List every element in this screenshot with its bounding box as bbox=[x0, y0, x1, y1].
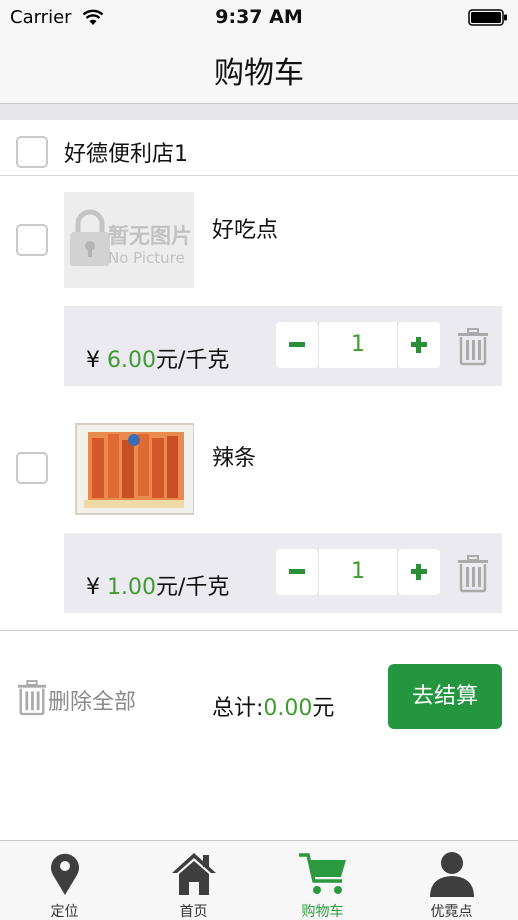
quantity-value[interactable]: 1 bbox=[318, 322, 398, 368]
tab-cart[interactable]: 购物车 bbox=[258, 841, 387, 920]
trash-icon[interactable] bbox=[456, 555, 490, 593]
tab-label: 优霓点 bbox=[430, 904, 473, 920]
delete-all-label: 删除全部 bbox=[48, 690, 137, 715]
trash-icon[interactable] bbox=[456, 328, 490, 366]
total-value: 0.00 bbox=[263, 696, 313, 721]
nav-bar: 购物车 bbox=[0, 36, 518, 104]
person-icon bbox=[430, 852, 474, 897]
item-checkbox[interactable] bbox=[16, 452, 48, 484]
tab-label: 定位 bbox=[50, 904, 79, 920]
product-name: 好吃点 bbox=[212, 218, 279, 243]
battery-icon bbox=[468, 9, 507, 26]
tab-location[interactable]: 定位 bbox=[0, 841, 129, 920]
price-panel: ¥ 1.00元/千克 1 bbox=[64, 533, 502, 613]
product-name: 辣条 bbox=[212, 446, 257, 471]
shop-row: 好德便利店1 bbox=[0, 120, 518, 176]
section-spacer bbox=[0, 104, 518, 120]
tab-label: 首页 bbox=[179, 904, 208, 920]
checkout-button[interactable]: 去结算 bbox=[388, 664, 502, 729]
trash-icon bbox=[17, 680, 47, 716]
price-value: 1.00 bbox=[107, 575, 156, 600]
no-picture-text-en: No Picture bbox=[108, 249, 185, 267]
tab-bar: 定位 首页 购物车 优霓点 bbox=[0, 840, 518, 920]
item-checkbox[interactable] bbox=[16, 224, 48, 256]
decrease-quantity-button[interactable] bbox=[276, 322, 318, 368]
delete-all-button[interactable]: 删除全部 bbox=[16, 678, 166, 718]
price-panel: ¥ 6.00元/千克 1 bbox=[64, 306, 502, 386]
page-title: 购物车 bbox=[214, 56, 304, 91]
shop-name: 好德便利店1 bbox=[64, 142, 188, 167]
home-icon bbox=[172, 853, 216, 895]
location-pin-icon bbox=[51, 853, 79, 895]
tab-label: 购物车 bbox=[301, 904, 344, 920]
increase-quantity-button[interactable] bbox=[398, 322, 440, 368]
quantity-value[interactable]: 1 bbox=[318, 549, 398, 595]
clock: 9:37 AM bbox=[215, 6, 303, 28]
increase-quantity-button[interactable] bbox=[398, 549, 440, 595]
spicy-strip-photo bbox=[75, 423, 194, 515]
tab-profile[interactable]: 优霓点 bbox=[387, 841, 516, 920]
cart-icon bbox=[299, 853, 346, 894]
status-bar: Carrier 9:37 AM bbox=[0, 0, 518, 36]
price-value: 6.00 bbox=[107, 348, 156, 373]
no-picture-text: 暂无图片 bbox=[108, 224, 192, 248]
product-image bbox=[64, 420, 194, 516]
shop-checkbox[interactable] bbox=[16, 136, 48, 168]
product-image-placeholder: 暂无图片 No Picture bbox=[64, 192, 194, 288]
price-label: ¥ 6.00元/千克 bbox=[86, 348, 230, 373]
tab-home[interactable]: 首页 bbox=[129, 841, 258, 920]
total-label: 总计:0.00元 bbox=[212, 696, 335, 721]
price-label: ¥ 1.00元/千克 bbox=[86, 575, 230, 600]
decrease-quantity-button[interactable] bbox=[276, 549, 318, 595]
divider bbox=[0, 630, 518, 631]
